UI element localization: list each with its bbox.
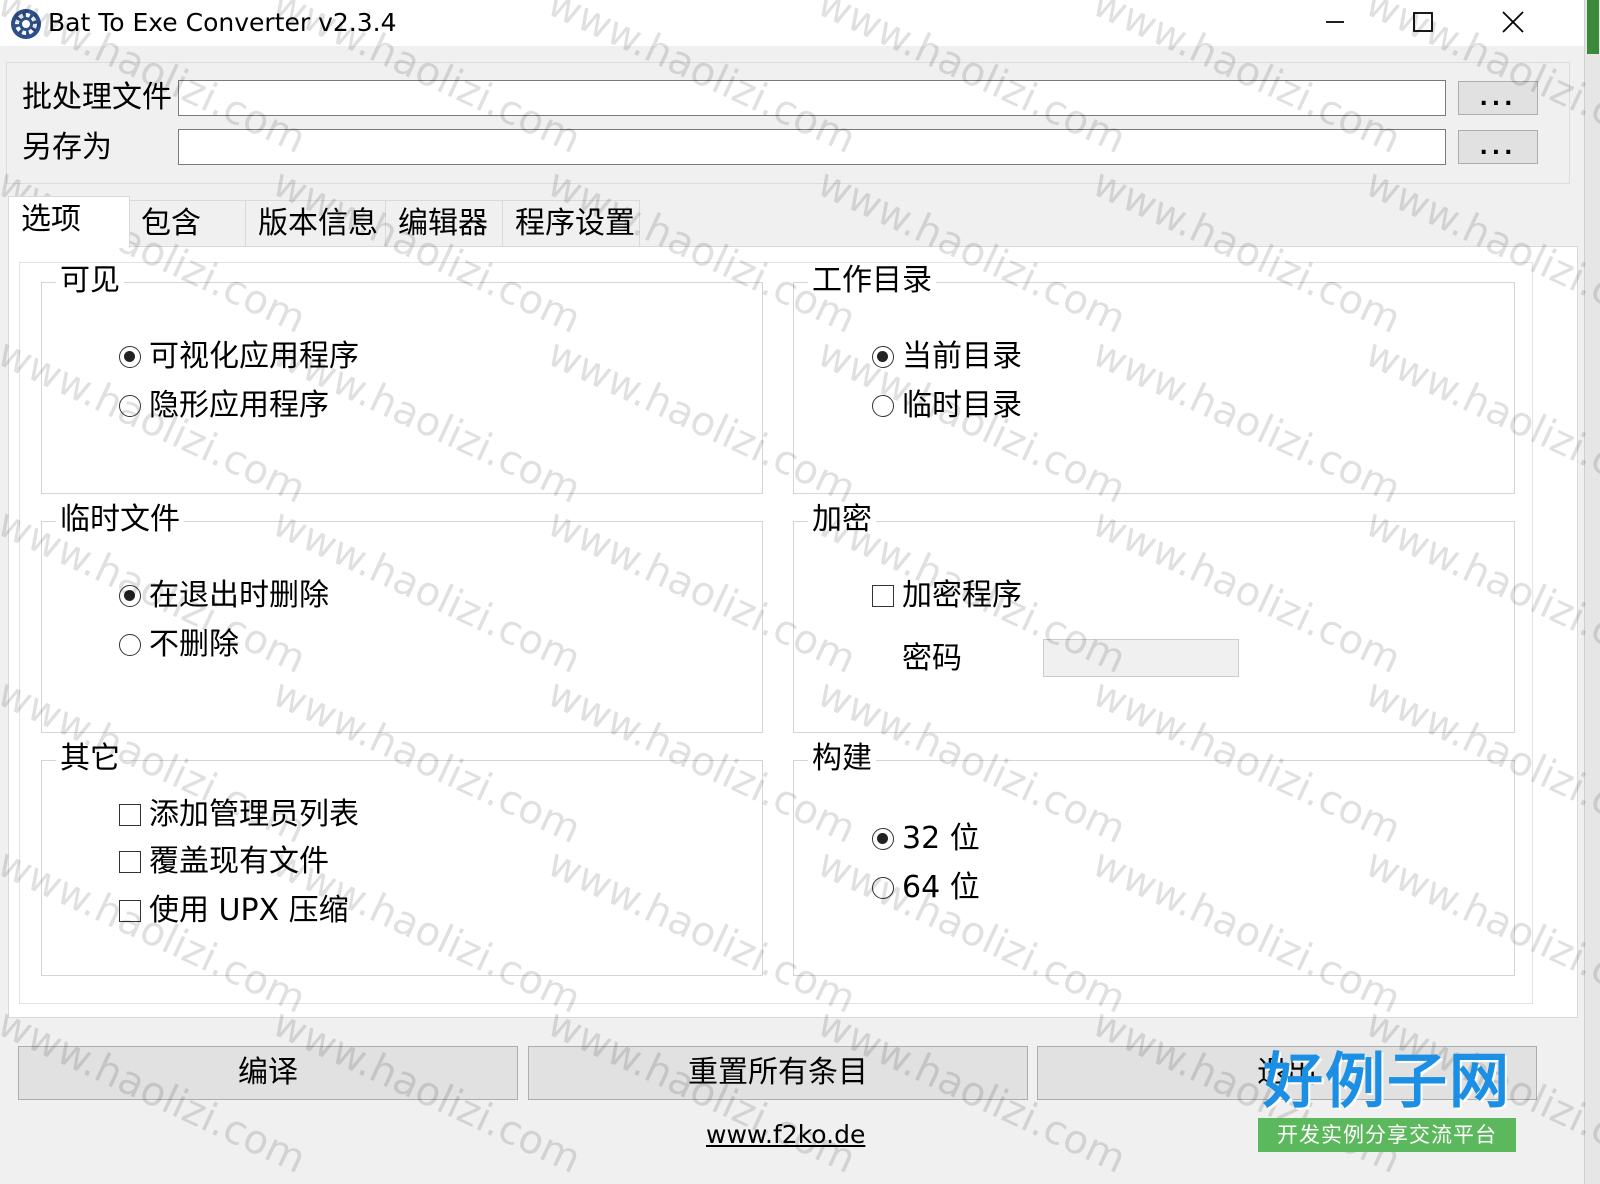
build-group: 构建: [793, 741, 1515, 976]
maximize-button[interactable]: [1378, 0, 1468, 44]
encryption-group-title: 加密: [808, 502, 876, 538]
radio-64bit[interactable]: 64 位: [872, 870, 980, 906]
window-title: Bat To Exe Converter v2.3.4: [48, 8, 397, 37]
maximize-icon: [1413, 12, 1433, 32]
saveas-browse-button[interactable]: ...: [1458, 130, 1538, 164]
tab-program-settings[interactable]: 程序设置: [502, 200, 640, 246]
radio-selected-icon: [119, 346, 141, 368]
radio-no-delete-label: 不删除: [149, 627, 239, 662]
password-input[interactable]: [1043, 639, 1239, 677]
radio-selected-icon: [119, 585, 141, 607]
tab-include-label: 包含: [141, 206, 201, 241]
tab-program-settings-label: 程序设置: [515, 206, 635, 241]
radio-invisible-app-label: 隐形应用程序: [149, 388, 329, 423]
radio-32bit[interactable]: 32 位: [872, 821, 980, 857]
app-gear-icon: [11, 9, 41, 39]
watermark-badge-title: 好例子网: [1263, 1047, 1511, 1117]
batch-file-label: 批处理文件: [22, 80, 172, 115]
watermark-badge: 好例子网 开发实例分享交流平台: [1256, 1046, 1518, 1158]
checkbox-admin-manifest-label: 添加管理员列表: [149, 797, 359, 832]
radio-unselected-icon: [119, 395, 141, 417]
radio-temp-dir[interactable]: 临时目录: [872, 388, 1022, 424]
checkbox-overwrite[interactable]: 覆盖现有文件: [119, 844, 329, 880]
checkbox-unchecked-icon: [872, 585, 894, 607]
radio-unselected-icon: [872, 877, 894, 899]
tab-options[interactable]: 选项: [8, 196, 130, 248]
radio-visual-app[interactable]: 可视化应用程序: [119, 339, 359, 375]
checkbox-encrypt[interactable]: 加密程序: [872, 578, 1022, 614]
radio-unselected-icon: [872, 395, 894, 417]
minimize-icon: [1326, 21, 1344, 23]
saveas-input[interactable]: [178, 129, 1446, 165]
build-group-title: 构建: [808, 741, 876, 777]
checkbox-upx-label: 使用 UPX 压缩: [149, 893, 349, 928]
radio-no-delete[interactable]: 不删除: [119, 627, 239, 663]
tab-editor-label: 编辑器: [398, 206, 488, 241]
title-bar: Bat To Exe Converter v2.3.4: [0, 0, 1584, 46]
tab-editor[interactable]: 编辑器: [385, 200, 503, 246]
batch-file-input[interactable]: [178, 80, 1446, 116]
compile-button[interactable]: 编译: [18, 1046, 518, 1100]
checkbox-encrypt-label: 加密程序: [902, 578, 1022, 613]
saveas-label: 另存为: [22, 130, 112, 165]
radio-current-dir[interactable]: 当前目录: [872, 339, 1022, 375]
window-edge: [1584, 0, 1600, 1184]
checkbox-unchecked-icon: [119, 900, 141, 922]
checkbox-admin-manifest[interactable]: 添加管理员列表: [119, 797, 359, 833]
radio-temp-dir-label: 临时目录: [902, 388, 1022, 423]
tempfiles-group-title: 临时文件: [56, 502, 184, 538]
checkbox-overwrite-label: 覆盖现有文件: [149, 844, 329, 879]
workdir-group-title: 工作目录: [808, 263, 936, 299]
radio-selected-icon: [872, 346, 894, 368]
radio-delete-on-exit[interactable]: 在退出时删除: [119, 578, 329, 614]
website-link[interactable]: www.f2ko.de: [706, 1120, 865, 1149]
radio-current-dir-label: 当前目录: [902, 339, 1022, 374]
encryption-group: 加密: [793, 502, 1515, 733]
radio-unselected-icon: [119, 634, 141, 656]
tab-version-info-label: 版本信息: [258, 206, 378, 241]
checkbox-unchecked-icon: [119, 851, 141, 873]
tab-version-info[interactable]: 版本信息: [245, 200, 386, 246]
reset-button[interactable]: 重置所有条目: [528, 1046, 1028, 1100]
tab-include[interactable]: 包含: [128, 200, 246, 246]
radio-selected-icon: [872, 828, 894, 850]
checkbox-upx[interactable]: 使用 UPX 压缩: [119, 893, 349, 929]
minimize-button[interactable]: [1290, 0, 1380, 44]
radio-64bit-label: 64 位: [902, 870, 980, 905]
checkbox-unchecked-icon: [119, 804, 141, 826]
watermark-badge-subtitle: 开发实例分享交流平台: [1258, 1118, 1516, 1152]
other-group-title: 其它: [56, 741, 124, 777]
options-panel: 可见 可视化应用程序 隐形应用程序 工作目录 当前目录 临时目录 临时文件 在退…: [8, 246, 1578, 1018]
close-icon: [1502, 11, 1524, 33]
visible-group-title: 可见: [56, 263, 124, 299]
batch-browse-button[interactable]: ...: [1458, 81, 1538, 115]
close-button[interactable]: [1468, 0, 1558, 44]
radio-delete-on-exit-label: 在退出时删除: [149, 578, 329, 613]
radio-visual-app-label: 可视化应用程序: [149, 339, 359, 374]
radio-invisible-app[interactable]: 隐形应用程序: [119, 388, 329, 424]
radio-32bit-label: 32 位: [902, 821, 980, 856]
tab-options-label: 选项: [21, 202, 81, 237]
password-label: 密码: [902, 641, 962, 676]
